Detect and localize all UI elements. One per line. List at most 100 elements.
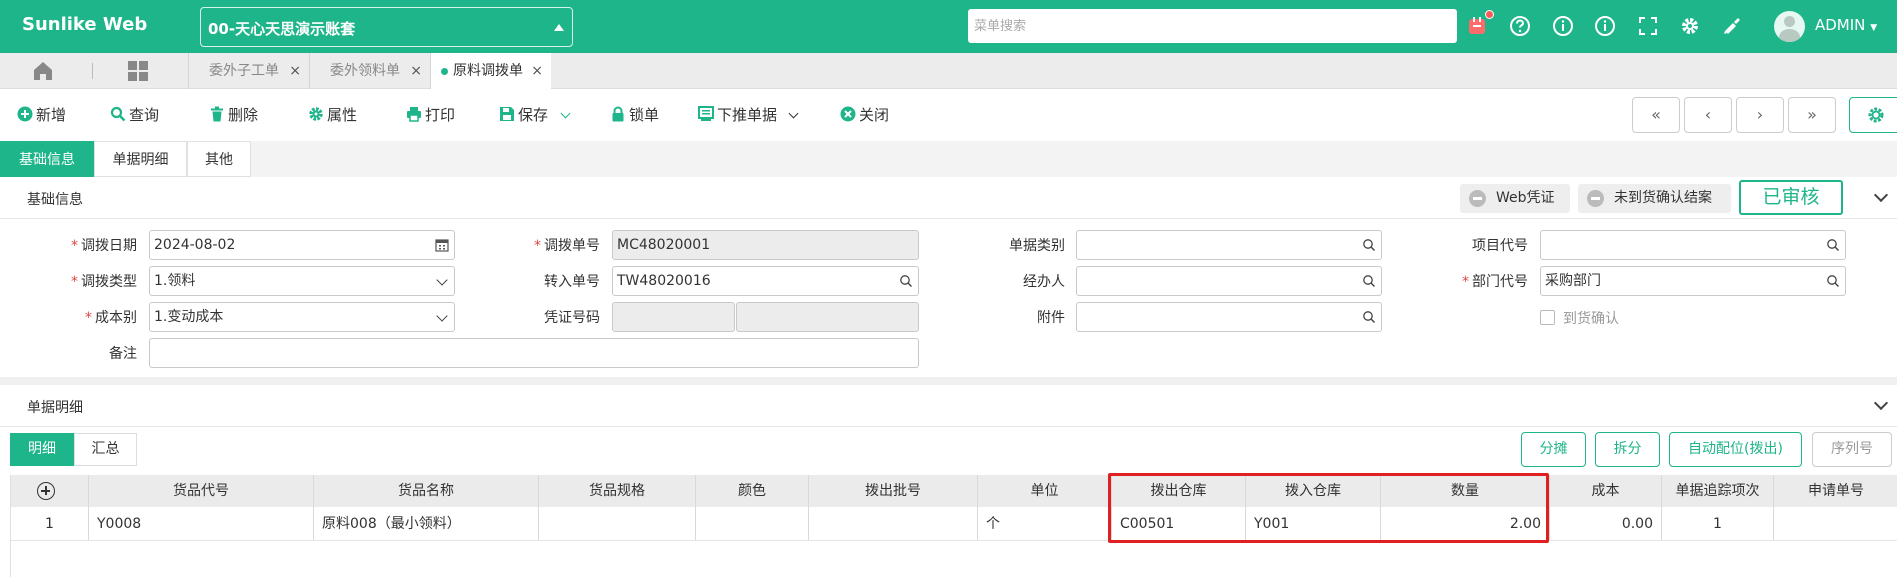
- search-icon: [1363, 311, 1375, 323]
- share-button[interactable]: 分摊: [1521, 432, 1586, 467]
- save-button[interactable]: 保存: [499, 104, 571, 126]
- properties-button[interactable]: 属性: [308, 104, 357, 126]
- grid-header[interactable]: 货品名称: [314, 475, 539, 507]
- about-icon[interactable]: [1593, 14, 1617, 38]
- lock-button[interactable]: 锁单: [610, 104, 659, 126]
- app-grid-icon[interactable]: [128, 61, 148, 81]
- cell-quantity[interactable]: 2.00: [1381, 507, 1550, 540]
- voucher-field-2: [736, 302, 919, 332]
- tab-outsource-picking[interactable]: 委外领料单 ×: [309, 53, 430, 89]
- document-list-icon: [698, 106, 714, 121]
- project-label: 项目代号: [1472, 238, 1528, 254]
- settings-gear-icon[interactable]: [1678, 14, 1702, 38]
- dept-field[interactable]: 采购部门: [1540, 266, 1846, 296]
- cell-out-warehouse[interactable]: C00501: [1112, 507, 1246, 540]
- web-voucher-toggle[interactable]: Web凭证: [1460, 184, 1570, 213]
- cell-unit[interactable]: 个: [978, 507, 1112, 540]
- date-field[interactable]: 2024-08-02: [149, 230, 455, 260]
- tab-detail[interactable]: 明细: [10, 433, 74, 466]
- printer-icon: [407, 107, 421, 122]
- chevron-down-icon: [788, 108, 799, 119]
- delete-button[interactable]: 删除: [209, 104, 258, 126]
- grid-header[interactable]: 拨入仓库: [1246, 475, 1381, 507]
- layout-settings-button[interactable]: [1849, 97, 1897, 133]
- grid-header[interactable]: 货品规格: [539, 475, 696, 507]
- cell-color[interactable]: [696, 507, 809, 540]
- lock-icon: [612, 106, 624, 122]
- close-icon[interactable]: ×: [531, 53, 543, 89]
- status-badge: 已审核: [1739, 180, 1843, 215]
- remark-field[interactable]: [149, 338, 919, 368]
- grid-header[interactable]: 成本: [1550, 475, 1662, 507]
- project-field[interactable]: [1540, 230, 1846, 260]
- menu-search-input[interactable]: [968, 9, 1457, 43]
- cell-in-warehouse[interactable]: Y001: [1246, 507, 1381, 540]
- grid-header[interactable]: 单据追踪项次: [1662, 475, 1774, 507]
- tab-doc-detail[interactable]: 单据明细: [94, 141, 187, 177]
- add-button[interactable]: 新增: [17, 104, 66, 126]
- close-icon[interactable]: ×: [289, 53, 301, 89]
- action-toolbar: 新增 查询 删除 属性 打印 保存 锁单 下推单据 关闭 « ‹ › »: [0, 89, 1897, 141]
- in-no-field[interactable]: TW48020016: [612, 266, 919, 296]
- grid-header[interactable]: 颜色: [696, 475, 809, 507]
- grid-header[interactable]: 申请单号: [1774, 475, 1897, 507]
- last-page-button[interactable]: »: [1788, 97, 1836, 133]
- push-document-button[interactable]: 下推单据: [698, 104, 799, 126]
- auto-allocate-button[interactable]: 自动配位(拨出): [1669, 432, 1802, 467]
- unconfirmed-close-toggle[interactable]: 未到货确认结案: [1578, 184, 1731, 213]
- grid-header[interactable]: 拨出仓库: [1112, 475, 1246, 507]
- cost-type-select[interactable]: 1.变动成本: [149, 302, 455, 332]
- tab-outsource-suborder[interactable]: 委外子工单 ×: [188, 53, 309, 89]
- grid-header[interactable]: 货品代号: [89, 475, 314, 507]
- close-icon[interactable]: ×: [410, 53, 422, 89]
- transfer-type-label: * 调拨类型: [71, 274, 137, 290]
- cell-out-batch[interactable]: [809, 507, 978, 540]
- cell-item-code[interactable]: Y0008: [89, 507, 314, 540]
- info-icon[interactable]: [1551, 14, 1575, 38]
- tab-other[interactable]: 其他: [187, 141, 251, 177]
- caret-down-icon: ▼: [1870, 23, 1878, 33]
- grid-header[interactable]: 单位: [978, 475, 1112, 507]
- notification-badge: [1485, 10, 1494, 19]
- tab-basic-info[interactable]: 基础信息: [0, 141, 94, 177]
- handler-field[interactable]: [1076, 266, 1382, 296]
- date-label: * 调拨日期: [71, 238, 137, 254]
- user-name[interactable]: ADMIN ▼: [1815, 16, 1877, 34]
- transfer-type-select[interactable]: 1.领料: [149, 266, 455, 296]
- clean-cache-icon[interactable]: [1720, 14, 1744, 38]
- avatar[interactable]: [1774, 11, 1805, 42]
- chevron-down-icon: [436, 310, 448, 322]
- next-page-button[interactable]: ›: [1736, 97, 1784, 133]
- cell-trace-item[interactable]: 1: [1662, 507, 1774, 540]
- cell-cost[interactable]: 0.00: [1550, 507, 1662, 540]
- grid-header-add: [11, 475, 89, 507]
- tab-material-transfer[interactable]: 原料调拨单 ×: [430, 53, 551, 89]
- home-icon[interactable]: [32, 61, 54, 81]
- help-icon[interactable]: [1508, 14, 1532, 38]
- prev-page-button[interactable]: ‹: [1684, 97, 1732, 133]
- add-row-icon[interactable]: [37, 482, 55, 500]
- chevron-down-icon: [436, 274, 448, 286]
- cell-item-name[interactable]: 原料008（最小领料）: [314, 507, 539, 540]
- cost-type-label: * 成本别: [85, 310, 137, 326]
- chevron-down-icon[interactable]: [1873, 395, 1889, 411]
- table-row[interactable]: 1 Y0008 原料008（最小领料） 个 C00501 Y001 2.00 0…: [11, 507, 1897, 541]
- query-button[interactable]: 查询: [110, 104, 159, 126]
- search-icon: [1363, 275, 1375, 287]
- grid-header[interactable]: 拨出批号: [809, 475, 978, 507]
- tab-summary[interactable]: 汇总: [74, 433, 137, 466]
- cell-item-spec[interactable]: [539, 507, 696, 540]
- fullscreen-icon[interactable]: [1636, 14, 1660, 38]
- close-button[interactable]: 关闭: [840, 104, 889, 126]
- doc-category-field[interactable]: [1076, 230, 1382, 260]
- split-button[interactable]: 拆分: [1595, 432, 1660, 467]
- arrival-confirm-checkbox[interactable]: [1540, 310, 1555, 325]
- attachment-field[interactable]: [1076, 302, 1382, 332]
- grid-header[interactable]: 数量: [1381, 475, 1550, 507]
- print-button[interactable]: 打印: [406, 104, 455, 126]
- cell-apply-no[interactable]: [1774, 507, 1897, 540]
- chevron-down-icon[interactable]: [1873, 187, 1889, 203]
- first-page-button[interactable]: «: [1632, 97, 1680, 133]
- remark-label: 备注: [109, 346, 137, 362]
- account-selector[interactable]: 00-天心天思演示账套: [200, 7, 573, 47]
